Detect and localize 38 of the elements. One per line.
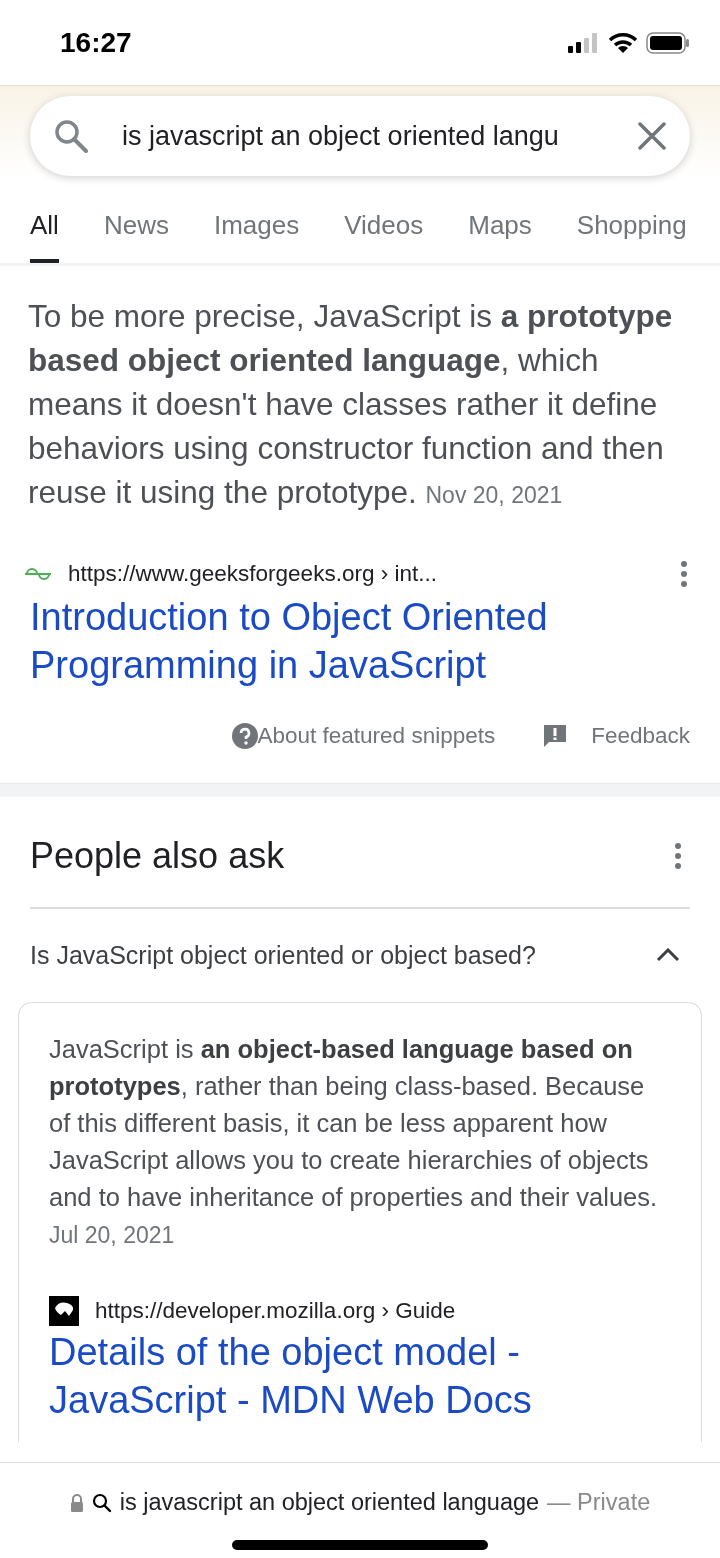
feedback-link[interactable]: Feedback xyxy=(543,718,690,753)
signal-icon xyxy=(568,32,600,53)
lock-icon xyxy=(69,1493,84,1512)
battery-icon xyxy=(646,31,690,54)
result-title-link[interactable]: Details of the object model - JavaScript - MDN Web Docs xyxy=(49,1327,551,1424)
home-indicator[interactable] xyxy=(232,1540,488,1551)
answer-date: Jul 20, 2021 xyxy=(49,1222,175,1248)
question-row[interactable]: Is JavaScript object oriented or object based? xyxy=(0,908,720,1002)
answer-text: JavaScript is an object-based language based on prototypes, rather than being class-based. Because of this different basis, it can be less apparent how JavaScript allows you to create hierarchies of objects and to have inheritance of properties and their values. Jul 20, 2021 xyxy=(49,1034,659,1250)
site-logo-icon xyxy=(24,565,52,582)
search-icon xyxy=(54,119,88,153)
search-tab[interactable]: All xyxy=(30,196,59,263)
search-tab[interactable]: Shopping xyxy=(576,196,687,263)
more-options-icon[interactable] xyxy=(680,560,688,587)
feedback-icon xyxy=(543,723,568,748)
search-tab[interactable]: Maps xyxy=(468,196,532,263)
source-url: https://www.geeksforgeeks.org › int... xyxy=(68,560,438,588)
search-icon xyxy=(91,1492,112,1513)
search-bar[interactable]: is javascript an object oriented langu xyxy=(30,96,690,176)
close-icon[interactable] xyxy=(638,122,666,150)
address-bar[interactable]: is javascript an object oriented language — Private xyxy=(69,1485,651,1521)
help-icon xyxy=(231,722,258,749)
search-tab[interactable]: Images xyxy=(213,196,300,263)
more-options-icon[interactable] xyxy=(674,842,682,869)
address-query: is javascript an object oriented language xyxy=(119,1488,540,1517)
result-title-link[interactable]: Introduction to Object Oriented Programming in JavaScript xyxy=(30,592,560,689)
search-tab[interactable]: Videos xyxy=(344,196,424,263)
snippet-text: To be more precise, JavaScript is a prototype based object oriented language, which means it doesn't have classes rather it define behaviors using constructor function and then reuse it using the prototype. Nov 20, 2021 xyxy=(27,297,674,512)
snippet-date: Nov 20, 2021 xyxy=(425,482,563,508)
status-time: 16:27 xyxy=(60,25,132,60)
browsing-mode: — Private xyxy=(547,1488,651,1517)
section-title: People also ask xyxy=(30,833,285,878)
search-tab[interactable]: News xyxy=(103,196,169,263)
about-link[interactable]: About featured snippets xyxy=(231,718,496,753)
source-url: https://developer.mozilla.org › Guide xyxy=(95,1297,456,1325)
wifi-icon xyxy=(608,31,638,54)
search-field[interactable]: is javascript an object oriented langu xyxy=(88,115,638,157)
site-logo-icon xyxy=(49,1295,79,1326)
